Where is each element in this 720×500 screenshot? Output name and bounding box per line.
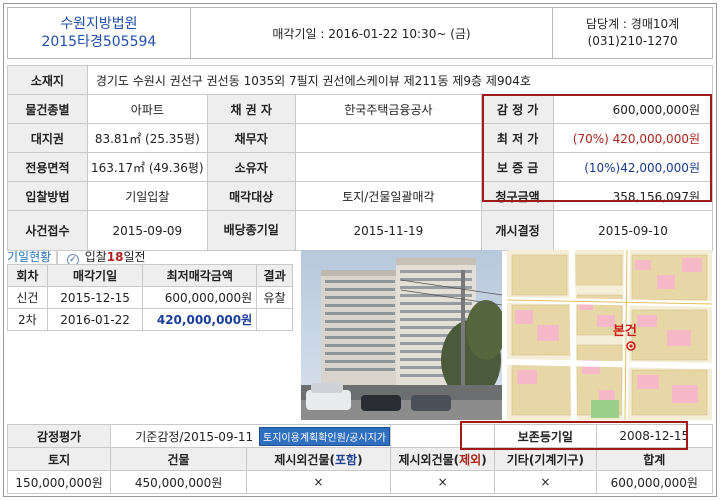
creditor-value: 한국주택금융공사 <box>294 94 483 124</box>
excl-incl-word: 포함 <box>335 452 358 467</box>
land-value: 83.81㎡ (25.35평) <box>86 123 208 153</box>
map-image <box>507 250 712 420</box>
dept-phone: (031)210-1270 <box>587 34 678 48</box>
owner-value <box>294 152 483 182</box>
claim-label: 청구금액 <box>481 181 555 211</box>
apartment-photo-image <box>301 250 502 420</box>
land-amount: 150,000,000원 <box>6 470 112 494</box>
preserve-value: 2008-12-15 <box>595 424 714 448</box>
target-value: 토지/건물일괄매각 <box>294 181 483 211</box>
dept-cell: 담당계 : 경매10계 (031)210-1270 <box>552 7 713 59</box>
claim-value: 358,156,097원 <box>553 181 713 211</box>
col-building: 건물 <box>110 447 247 471</box>
schedule-col-result: 결과 <box>256 264 293 287</box>
case-number: 2015타경505594 <box>41 34 157 50</box>
target-label: 매각대상 <box>206 181 296 211</box>
schedule-table: 회차 매각기일 최저매각금액 결과 신건 2015-12-15 600,000,… <box>7 264 293 419</box>
type-value: 아파트 <box>86 94 208 124</box>
received-value: 2015-09-09 <box>86 210 208 251</box>
owner-label: 소유자 <box>206 152 296 182</box>
dday-suffix: 일전 <box>123 250 146 264</box>
eval-spacer <box>389 424 495 448</box>
case-header: 수원지방법원 2015타경505594 매각기일 : 2016-01-22 10… <box>7 7 713 59</box>
schedule-round: 신건 <box>7 286 48 309</box>
debtor-value <box>294 123 483 153</box>
col-land: 토지 <box>6 447 112 471</box>
location-value: 경기도 수원시 권선구 권선동 1035외 7필지 권선에스케이뷰 제211동 … <box>86 65 714 95</box>
minimum-value: (70%) 420,000,000원 <box>553 123 713 153</box>
schedule-row: 신건 2015-12-15 600,000,000원 유찰 <box>7 286 293 309</box>
col-total: 합계 <box>595 447 714 471</box>
schedule-amount: 420,000,000원 <box>142 308 258 331</box>
schedule-col-round: 회차 <box>7 264 48 287</box>
eval-label: 감정평가 <box>6 424 112 448</box>
excl-prefix-2: 제시외건물( <box>398 452 460 467</box>
dept-name: 담당계 : 경매10계 <box>586 17 680 31</box>
schedule-spacer <box>8 331 293 419</box>
received-label: 사건접수 <box>7 210 88 251</box>
deposit-value: (10%)42,000,000원 <box>553 152 713 182</box>
title-divider: | <box>55 250 60 264</box>
eval-cell: 기준감정/2015-09-11 토지이용계획확인원/공시지가 <box>110 424 391 448</box>
debtor-label: 채무자 <box>206 123 296 153</box>
schedule-round: 2차 <box>7 308 48 331</box>
schedule-result: 유찰 <box>256 286 293 309</box>
appraisal-value: 600,000,000원 <box>553 94 713 124</box>
excl-close: ) <box>357 452 363 467</box>
excl-prefix: 제시외건물( <box>274 452 335 467</box>
schedule-amount: 600,000,000원 <box>142 286 258 309</box>
appraisal-table: 감정평가 기준감정/2015-09-11 토지이용계획확인원/공시지가 보존등기… <box>6 424 714 494</box>
eval-value: 기준감정/2015-09-11 <box>135 429 254 444</box>
dividend-value: 2015-11-19 <box>294 210 483 251</box>
location-map[interactable]: 본건 <box>507 250 712 420</box>
deposit-label: 보 증 금 <box>481 152 555 182</box>
map-marker-label: 본건 <box>613 324 637 339</box>
dday-prefix: 입찰 <box>84 250 107 264</box>
area-label: 전용면적 <box>7 152 88 182</box>
excl-incl-amount: × <box>245 470 392 494</box>
property-photo[interactable] <box>301 250 502 420</box>
schedule-col-amount: 최저매각금액 <box>142 264 258 287</box>
schedule-date: 2016-01-22 <box>46 308 144 331</box>
minimum-label: 최 저 가 <box>481 123 555 153</box>
creditor-label: 채 권 자 <box>206 94 296 124</box>
col-excluded-excl: 제시외건물(제외) <box>389 447 496 471</box>
building-amount: 450,000,000원 <box>110 470 247 494</box>
sale-date: 매각기일 : 2016-01-22 10:30~ (금) <box>189 7 554 59</box>
type-label: 물건종별 <box>7 94 88 124</box>
court-name: 수원지방법원 <box>60 16 138 32</box>
preserve-label: 보존등기일 <box>494 424 597 448</box>
case-info-table: 소재지 경기도 수원시 권선구 권선동 1035외 7필지 권선에스케이뷰 제2… <box>7 65 714 251</box>
decision-value: 2015-09-10 <box>553 210 713 251</box>
schedule-row: 2차 2016-01-22 420,000,000원 <box>7 308 293 331</box>
schedule-heading[interactable]: 기일현황 <box>7 250 51 264</box>
court-cell: 수원지방법원 2015타경505594 <box>7 7 191 59</box>
land-use-plan-button[interactable]: 토지이용계획확인원/공시지가 <box>259 426 390 446</box>
dividend-label: 배당종기일 <box>206 210 296 251</box>
area-value: 163.17㎡ (49.36평) <box>86 152 208 182</box>
schedule-date: 2015-12-15 <box>46 286 144 309</box>
excl-excl-word: 제외 <box>459 452 482 467</box>
col-other: 기타(기계기구) <box>494 447 597 471</box>
location-label: 소재지 <box>7 65 88 95</box>
dday-number: 18 <box>106 250 124 264</box>
excl-excl-amount: × <box>389 470 496 494</box>
method-label: 입찰방법 <box>7 181 88 211</box>
appraisal-label: 감 정 가 <box>481 94 555 124</box>
schedule-result <box>256 308 293 331</box>
other-amount: × <box>494 470 597 494</box>
col-excluded-incl: 제시외건물(포함) <box>245 447 392 471</box>
schedule-col-date: 매각기일 <box>46 264 144 287</box>
excl-close-2: ) <box>481 452 487 467</box>
land-label: 대지권 <box>7 123 88 153</box>
decision-label: 개시결정 <box>481 210 555 251</box>
method-value: 기일입찰 <box>86 181 208 211</box>
total-amount: 600,000,000원 <box>595 470 714 494</box>
